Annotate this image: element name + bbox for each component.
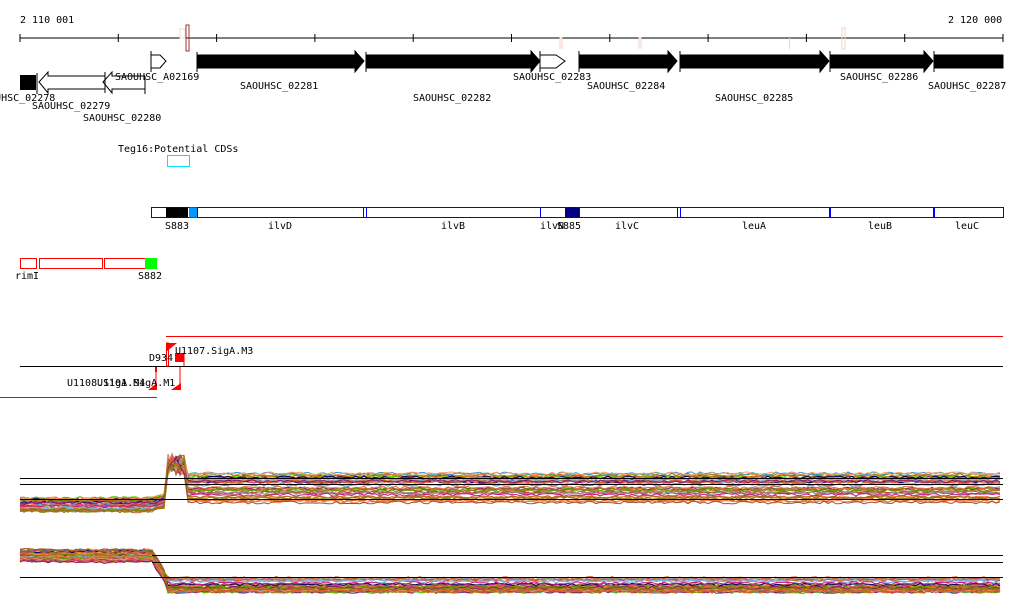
- feature-label: ilvB: [441, 221, 465, 232]
- feature-label: leuC: [955, 221, 979, 232]
- feature-s883[interactable]: [166, 207, 188, 218]
- gene-02286[interactable]: [829, 49, 934, 74]
- feature-s882[interactable]: [145, 258, 157, 269]
- ruler-end-label: 2 120 000: [948, 15, 1002, 26]
- gene-label: SAOUHSC_02282: [413, 93, 491, 104]
- feature-label: leuB: [868, 221, 892, 232]
- gene-label: SAOUHSC_02279: [32, 101, 110, 112]
- promoter-label: U1101.SigA.M1: [97, 378, 175, 389]
- feature-reverse[interactable]: [104, 258, 146, 269]
- gene-label: SAOUHSC_02285: [715, 93, 793, 104]
- potential-cds-feature[interactable]: [167, 155, 190, 167]
- reverse-track: [20, 258, 157, 269]
- snp-marker[interactable]: [638, 37, 642, 49]
- feature-label: leuA: [742, 221, 766, 232]
- gene-track: SAOUHSC_A02169 SAOUHSC_02281 SAOUHSC_022…: [0, 49, 1006, 124]
- feature-ilvC[interactable]: [579, 207, 678, 218]
- gene-02279[interactable]: [36, 70, 105, 95]
- feature-ilvB[interactable]: [366, 207, 541, 218]
- genome-browser: 2 110 001 2 120 000 SAOUHSC_A02169 SAOUH…: [0, 15, 1006, 594]
- snp-marker[interactable]: [789, 38, 790, 49]
- gene-02287[interactable]: [933, 51, 1004, 72]
- feature-ilvN[interactable]: [540, 207, 566, 218]
- gene-02283[interactable]: [539, 51, 566, 72]
- ruler-start-label: 2 110 001: [20, 15, 74, 26]
- feature-ilvD[interactable]: [197, 207, 364, 218]
- gene-02282[interactable]: [365, 49, 541, 74]
- track-title-potential-cds: Teg16:Potential CDSs: [118, 144, 238, 155]
- feature-light-blue[interactable]: [189, 207, 197, 218]
- feature-label: rimI: [15, 271, 39, 282]
- gene-label: SAOUHSC_02280: [83, 113, 161, 124]
- gene-label: SAOUHSC_02281: [240, 81, 318, 92]
- feature-leuB[interactable]: [830, 207, 934, 218]
- feature-leuA[interactable]: [680, 207, 830, 218]
- gene-02278[interactable]: [20, 75, 36, 90]
- gene-label: SAOUHSC_02287: [928, 81, 1006, 92]
- feature-label: ilvD: [268, 221, 292, 232]
- expression-panel-forward: [19, 452, 1003, 514]
- feature-leuC[interactable]: [934, 207, 1004, 218]
- feature-label: S885: [557, 221, 581, 232]
- feature-label: S882: [138, 271, 162, 282]
- expression-panel-reverse: [19, 547, 1003, 594]
- feature-rimI[interactable]: [20, 258, 37, 269]
- gene-a02169[interactable]: [150, 51, 167, 72]
- ruler: 2 110 001 2 120 000: [19, 15, 1004, 52]
- expression-profile-line: [19, 551, 1001, 582]
- gene-label: SAOUHSC_02286: [840, 72, 918, 83]
- gene-02281[interactable]: [196, 49, 365, 74]
- gene-label: SAOUHSC_A02169: [115, 72, 199, 83]
- gene-label: SAOUHSC_02283: [513, 72, 591, 83]
- gene-02284[interactable]: [578, 49, 678, 74]
- feature-reverse[interactable]: [39, 258, 103, 269]
- promoter-label: D934: [149, 353, 173, 364]
- operon-track: [151, 207, 1004, 218]
- promoter-label: U1107.SigA.M3: [175, 346, 253, 357]
- snp-marker[interactable]: [559, 37, 563, 49]
- feature-s885[interactable]: [565, 207, 579, 218]
- gene-02285[interactable]: [679, 49, 830, 74]
- snp-marker[interactable]: [179, 28, 186, 39]
- gene-label: SAOUHSC_02284: [587, 81, 665, 92]
- feature-label: ilvC: [615, 221, 639, 232]
- feature-label: S883: [165, 221, 189, 232]
